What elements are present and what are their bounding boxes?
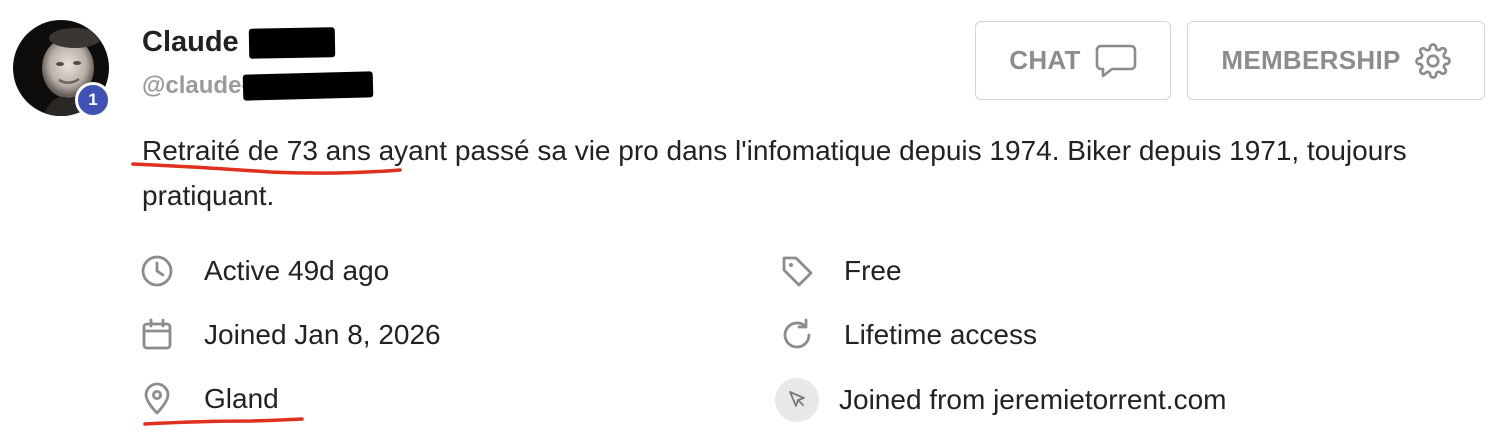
detail-source: Joined from jeremietorrent.com: [775, 378, 1227, 422]
clock-icon: [140, 254, 174, 288]
tag-icon: [780, 254, 814, 288]
source-text: Joined from jeremietorrent.com: [839, 384, 1227, 415]
gear-icon: [1414, 42, 1451, 79]
profile-name-row: Claude: [142, 26, 335, 59]
detail-location: Gland: [140, 382, 279, 416]
access-text: Lifetime access: [844, 319, 1037, 350]
profile-handle-row: @claude-: [142, 71, 374, 101]
membership-button-label: MEMBERSHIP: [1221, 45, 1401, 75]
active-text: Active 49d ago: [204, 255, 390, 286]
joined-text: Joined Jan 8, 2026: [204, 319, 441, 350]
level-badge: 1: [75, 82, 111, 118]
plan-text: Free: [844, 255, 902, 286]
cursor-icon: [775, 378, 819, 422]
location-pin-icon: [140, 382, 174, 416]
calendar-icon: [140, 318, 174, 352]
chat-button[interactable]: CHAT: [975, 21, 1171, 100]
chat-button-label: CHAT: [1009, 45, 1081, 75]
location-text: Gland: [204, 383, 279, 414]
refresh-icon: [780, 318, 814, 352]
redaction-bar: [243, 71, 374, 101]
profile-bio: Retraité de 73 ans ayant passé sa vie pr…: [142, 135, 1407, 211]
profile-name: Claude: [142, 26, 239, 58]
chat-bubble-icon: [1095, 43, 1137, 79]
annotation-underline: [143, 417, 304, 426]
redaction-bar: [248, 26, 335, 59]
profile-handle: @claude-: [142, 72, 250, 99]
membership-button[interactable]: MEMBERSHIP: [1187, 21, 1485, 100]
detail-joined: Joined Jan 8, 2026: [140, 318, 441, 352]
detail-active: Active 49d ago: [140, 254, 389, 288]
detail-plan: Free: [780, 254, 902, 288]
detail-access: Lifetime access: [780, 318, 1037, 352]
